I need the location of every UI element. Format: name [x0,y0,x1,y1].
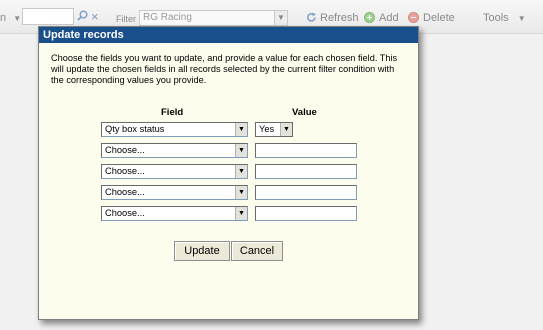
filter-select-value: RG Racing [143,12,192,23]
field-column-header: Field [161,107,184,118]
value-input[interactable] [255,185,357,200]
chevron-down-icon: ▼ [235,186,247,199]
field-select-value: Choose... [105,166,145,176]
chevron-down-icon: ▼ [235,123,247,136]
dialog-description: Choose the fields you want to update, an… [51,53,398,85]
field-select-value: Choose... [105,145,145,155]
field-select[interactable]: Qty box status ▼ [101,122,248,137]
value-select[interactable]: Yes ▼ [255,122,293,137]
search-icon[interactable] [77,10,88,24]
value-column-header: Value [292,107,317,118]
toolbar-partial-label: n [0,12,7,24]
value-input[interactable] [255,206,357,221]
filter-select[interactable]: RG Racing ▼ [139,10,288,26]
update-records-dialog: Update records Choose the fields you wan… [38,26,419,320]
field-select[interactable]: Choose... ▼ [101,185,248,200]
chevron-down-icon: ▼ [235,144,247,157]
chevron-down-icon: ▼ [235,207,247,220]
plus-icon [364,12,375,23]
minus-icon [408,12,419,23]
delete-button[interactable]: Delete [408,12,455,24]
field-select[interactable]: Choose... ▼ [101,164,248,179]
search-input[interactable] [22,8,74,25]
field-select-value: Choose... [105,187,145,197]
tools-menu[interactable]: Tools ▼ [483,12,526,24]
field-row: Choose... ▼ [101,164,361,180]
tools-label: Tools [483,12,509,24]
delete-label: Delete [423,12,455,24]
refresh-icon [306,12,317,26]
refresh-label: Refresh [320,12,359,24]
toolbar-partial-menu[interactable]: n ▼ [0,12,21,24]
value-input[interactable] [255,143,357,158]
field-select[interactable]: Choose... ▼ [101,206,248,221]
dialog-title: Update records [39,27,418,43]
field-select-value: Qty box status [105,124,165,134]
chevron-down-icon: ▼ [280,123,292,136]
value-input[interactable] [255,164,357,179]
chevron-down-icon: ▼ [517,14,526,23]
chevron-down-icon: ▼ [274,11,287,25]
add-button[interactable]: Add [364,12,399,24]
filter-label: Filter [116,14,136,24]
add-label: Add [379,12,399,24]
field-row: Choose... ▼ [101,206,361,222]
chevron-down-icon: ▼ [13,14,22,23]
clear-icon[interactable]: × [91,9,99,24]
field-select[interactable]: Choose... ▼ [101,143,248,158]
update-button[interactable]: Update [174,241,230,261]
chevron-down-icon: ▼ [235,165,247,178]
refresh-button[interactable]: Refresh [306,12,359,26]
field-select-value: Choose... [105,208,145,218]
field-row: Choose... ▼ [101,143,361,159]
cancel-button[interactable]: Cancel [231,241,283,261]
field-row: Qty box status ▼ Yes ▼ [101,122,361,138]
value-select-value: Yes [259,124,275,134]
field-row: Choose... ▼ [101,185,361,201]
